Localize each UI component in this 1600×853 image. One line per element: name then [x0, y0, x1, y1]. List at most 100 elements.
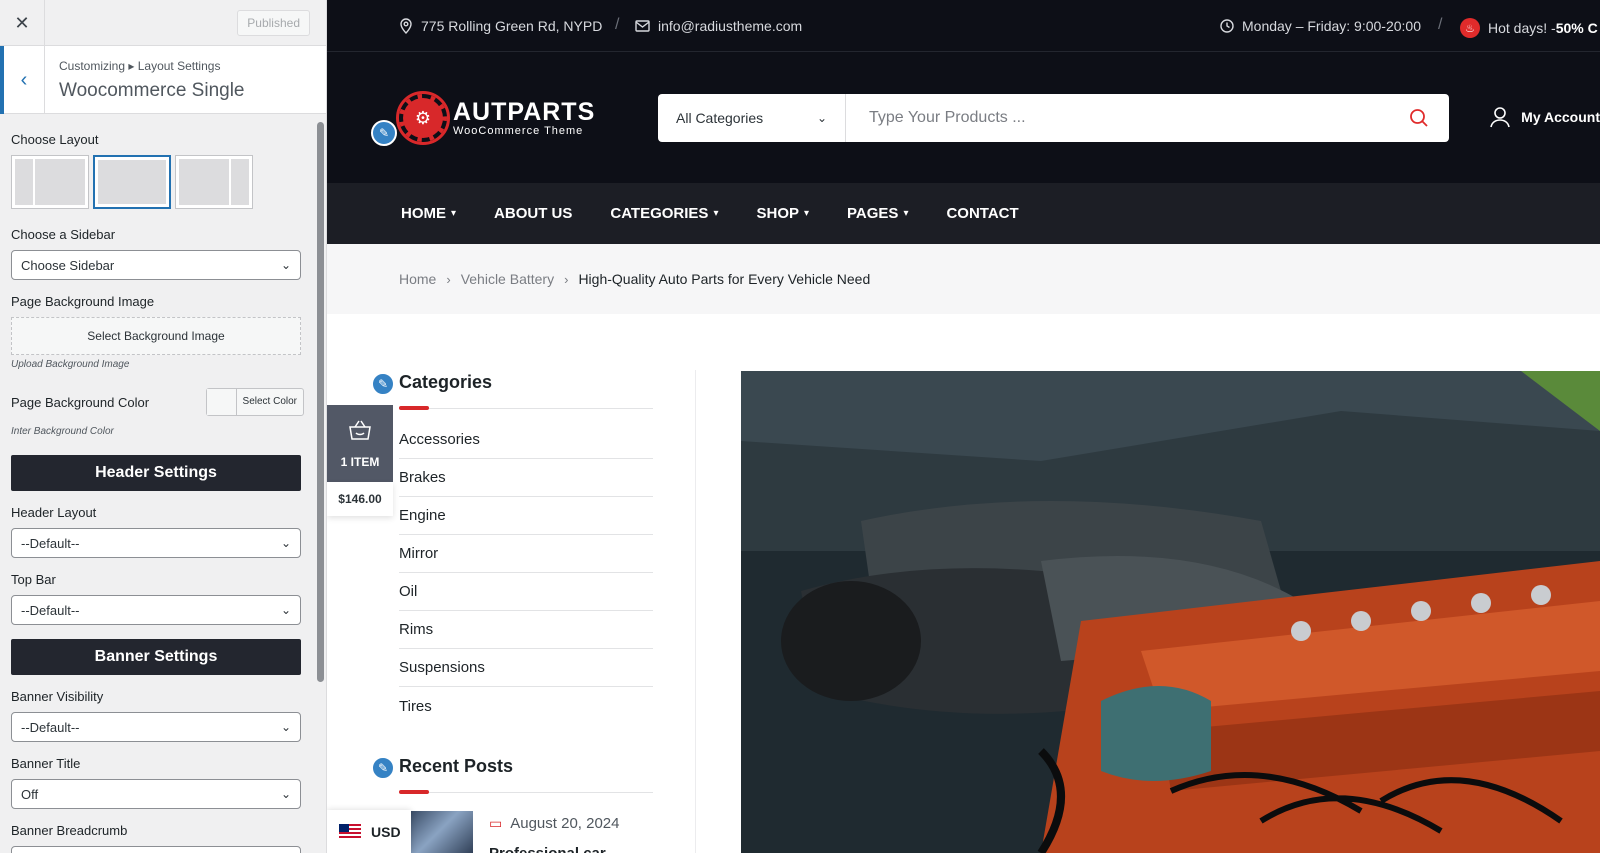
category-item[interactable]: Engine — [399, 497, 653, 535]
bg-color-row: Page Background Color Select Color — [11, 388, 304, 416]
breadcrumb-current: High-Quality Auto Parts for Every Vehicl… — [578, 271, 871, 287]
currency-switcher[interactable]: USD — [327, 810, 411, 853]
address-item: 775 Rolling Green Rd, NYPD — [399, 18, 602, 34]
choose-sidebar-value: Choose Sidebar — [21, 257, 115, 273]
chevron-down-icon: ⌄ — [280, 787, 291, 801]
nav-contact-label: CONTACT — [946, 205, 1019, 222]
nav-home[interactable]: HOME ▾ — [401, 205, 456, 222]
customizer-breadcrumb: Customizing ▸ Layout Settings — [59, 59, 221, 73]
post-date: ▭ August 20, 2024 — [489, 815, 620, 832]
pencil-icon[interactable]: ✎ — [371, 372, 395, 396]
banner-settings-heading: Banner Settings — [11, 639, 301, 675]
clock-icon — [1220, 19, 1234, 33]
search-category-select[interactable]: All Categories ⌄ — [658, 94, 846, 142]
category-item[interactable]: Accessories — [399, 421, 653, 459]
map-pin-icon — [400, 18, 412, 34]
header-layout-label: Header Layout — [11, 505, 97, 520]
user-icon — [1490, 107, 1510, 128]
us-flag-icon — [339, 824, 361, 839]
layout-right-sidebar-option[interactable] — [175, 155, 253, 209]
categories-widget-title: Categories — [399, 372, 493, 392]
divider: / — [615, 16, 620, 33]
nav-about-label: ABOUT US — [494, 205, 573, 222]
pencil-icon[interactable]: ✎ — [371, 756, 395, 780]
nav-shop[interactable]: SHOP ▾ — [756, 205, 809, 222]
nav-categories[interactable]: CATEGORIES ▾ — [610, 205, 718, 222]
layout-full-width-option[interactable] — [93, 155, 171, 209]
post-title[interactable]: Professional car — [489, 845, 606, 853]
customizer-scrollbar[interactable] — [314, 114, 326, 853]
cart-total: $146.00 — [327, 482, 393, 516]
promo-value: 50% C — [1555, 20, 1598, 36]
category-item[interactable]: Tires — [399, 687, 653, 725]
category-item[interactable]: Suspensions — [399, 649, 653, 687]
search-icon[interactable] — [1389, 108, 1449, 128]
choose-layout-label: Choose Layout — [11, 132, 99, 147]
scrollbar-thumb[interactable] — [317, 122, 324, 682]
post-thumbnail[interactable] — [411, 811, 473, 853]
category-item[interactable]: Brakes — [399, 459, 653, 497]
chevron-right-icon: › — [446, 271, 451, 287]
gear-logo-icon: ⚙ — [396, 91, 450, 145]
choose-sidebar-select[interactable]: Choose Sidebar ⌄ — [11, 250, 301, 280]
chevron-right-icon: › — [564, 271, 569, 287]
logo-subtitle: WooCommerce Theme — [453, 125, 584, 137]
product-main-image[interactable] — [741, 371, 1600, 853]
bg-image-label: Page Background Image — [11, 294, 155, 309]
breadcrumb-home[interactable]: Home — [399, 271, 436, 287]
basket-icon — [348, 419, 372, 445]
select-color-button[interactable]: Select Color — [205, 388, 304, 416]
customizer-controls: Choose Layout Choose a Sidebar Choose Si… — [0, 114, 315, 853]
bg-color-note: Inter Background Color — [11, 426, 114, 437]
nav-home-label: HOME — [401, 205, 446, 222]
categories-list: Accessories Brakes Engine Mirror Oil Rim… — [399, 421, 653, 725]
email-item[interactable]: info@radiustheme.com — [635, 18, 802, 34]
banner-breadcrumb-label: Banner Breadcrumb — [11, 823, 128, 838]
breadcrumb-category[interactable]: Vehicle Battery — [461, 271, 554, 287]
chevron-down-icon: ⌄ — [280, 536, 291, 550]
envelope-icon — [635, 20, 650, 32]
top-bar-value: --Default-- — [21, 602, 80, 618]
page-breadcrumb: Home › Vehicle Battery › High-Quality Au… — [327, 244, 1600, 314]
header-layout-value: --Default-- — [21, 535, 80, 551]
floating-cart[interactable]: 1 ITEM $146.00 — [327, 405, 393, 516]
site-logo[interactable]: ⚙ AUTPARTS WooCommerce Theme — [396, 91, 595, 145]
top-bar-label: Top Bar — [11, 572, 56, 587]
product-search: All Categories ⌄ Type Your Products ... — [658, 94, 1449, 142]
chevron-down-icon: ⌄ — [816, 111, 827, 125]
site-preview: 775 Rolling Green Rd, NYPD / info@radius… — [327, 0, 1600, 853]
my-account-link[interactable]: My Account — [1489, 106, 1600, 128]
header-settings-heading: Header Settings — [11, 455, 301, 491]
pencil-icon[interactable]: ✎ — [371, 120, 397, 146]
header-layout-select[interactable]: --Default-- ⌄ — [11, 528, 301, 558]
banner-visibility-select[interactable]: --Default-- ⌄ — [11, 712, 301, 742]
banner-visibility-value: --Default-- — [21, 719, 80, 735]
nav-pages[interactable]: PAGES ▾ — [847, 205, 908, 222]
category-item[interactable]: Mirror — [399, 535, 653, 573]
nav-pages-label: PAGES — [847, 205, 899, 222]
chevron-down-icon: ⌄ — [280, 720, 291, 734]
currency-code: USD — [371, 823, 401, 840]
category-item[interactable]: Rims — [399, 611, 653, 649]
bg-color-label: Page Background Color — [11, 394, 150, 410]
top-bar-select[interactable]: --Default-- ⌄ — [11, 595, 301, 625]
email-text: info@radiustheme.com — [658, 18, 803, 34]
widget-divider — [399, 406, 653, 410]
nav-contact[interactable]: CONTACT — [946, 205, 1018, 222]
layout-left-sidebar-option[interactable] — [11, 155, 89, 209]
banner-breadcrumb-select[interactable] — [11, 846, 301, 853]
promo-prefix: Hot days! - — [1488, 20, 1556, 36]
chevron-left-icon[interactable]: ‹ — [0, 46, 45, 114]
nav-categories-label: CATEGORIES — [610, 205, 709, 222]
recent-posts-title: Recent Posts — [399, 756, 514, 776]
banner-title-select[interactable]: Off ⌄ — [11, 779, 301, 809]
publish-button[interactable]: Published — [237, 10, 310, 36]
search-input[interactable]: Type Your Products ... — [846, 109, 1389, 127]
customizer-header-bar: ✕ Published — [0, 0, 326, 46]
banner-title-value: Off — [21, 786, 39, 802]
select-background-image-button[interactable]: Select Background Image — [11, 317, 301, 355]
chevron-down-icon: ▾ — [713, 208, 719, 219]
close-icon[interactable]: ✕ — [0, 0, 45, 46]
nav-about-us[interactable]: ABOUT US — [494, 205, 572, 222]
category-item[interactable]: Oil — [399, 573, 653, 611]
